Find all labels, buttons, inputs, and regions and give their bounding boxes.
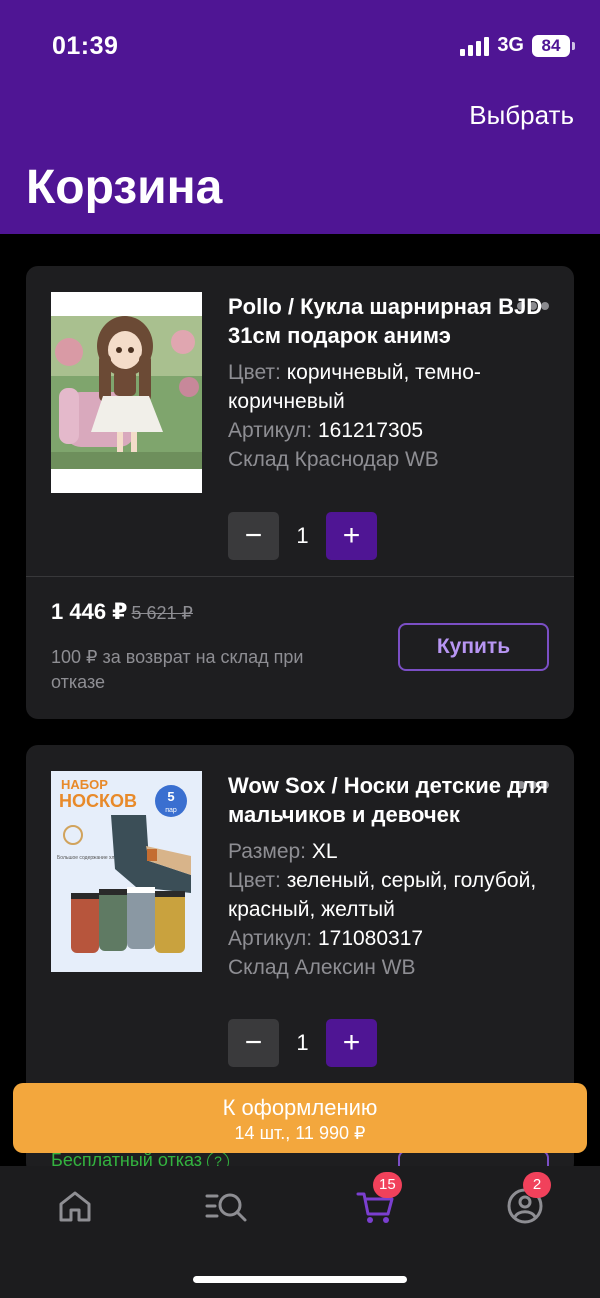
product-title[interactable]: Wow Sox / Носки детские для мальчиков и …: [228, 771, 548, 829]
cart-badge: 15: [373, 1172, 402, 1198]
home-icon: [59, 1191, 91, 1222]
product-image-doll[interactable]: [51, 292, 202, 493]
battery-icon: 84: [532, 34, 575, 57]
checkout-button[interactable]: К оформлению 14 шт., 11 990 ₽: [13, 1083, 587, 1153]
image-text-line2: НОСКОВ: [59, 791, 137, 811]
quantity-stepper: − 1 +: [228, 512, 377, 560]
pairs-number: 5: [167, 789, 174, 804]
tab-cart[interactable]: 15: [355, 1172, 402, 1226]
product-article: Артикул: 171080317: [228, 927, 424, 950]
increase-button[interactable]: +: [326, 1019, 377, 1067]
product-info: Wow Sox / Носки детские для мальчиков и …: [228, 771, 548, 982]
decrease-button[interactable]: −: [228, 512, 279, 560]
old-price: 5 621 ₽: [131, 603, 193, 623]
socks-image: НАБОР НОСКОВ 5 пар Большое содержание хл…: [51, 771, 202, 972]
network-type: 3G: [497, 34, 524, 56]
divider: [26, 576, 574, 577]
header: 01:39 3G 84 Выбрать Корзина: [0, 0, 600, 234]
product-info: Pollo / Кукла шарнирная BJD 31см подарок…: [228, 292, 548, 474]
profile-badge: 2: [523, 1172, 551, 1198]
product-color: Цвет: коричневый, темно-коричневый: [228, 361, 481, 413]
quantity-stepper: − 1 +: [228, 1019, 377, 1067]
select-button[interactable]: Выбрать: [469, 100, 574, 131]
product-color: Цвет: зеленый, серый, голубой, красный, …: [228, 869, 537, 921]
product-title[interactable]: Pollo / Кукла шарнирная BJD 31см подарок…: [228, 292, 548, 350]
cart-item: Pollo / Кукла шарнирная BJD 31см подарок…: [26, 266, 574, 719]
tab-catalog[interactable]: [205, 1186, 247, 1226]
product-warehouse: Склад Краснодар WB: [228, 448, 439, 471]
image-text-line1: НАБОР: [61, 777, 108, 792]
checkout-summary: 14 шт., 11 990 ₽: [234, 1123, 366, 1143]
home-indicator: [193, 1276, 407, 1283]
doll-image: [51, 292, 202, 493]
increase-button[interactable]: +: [326, 512, 377, 560]
page-title: Корзина: [26, 161, 223, 214]
buy-button[interactable]: Купить: [398, 623, 549, 671]
price: 1 446 ₽5 621 ₽: [51, 599, 193, 624]
tab-home[interactable]: [55, 1186, 95, 1226]
product-size: Размер: XL: [228, 840, 338, 863]
product-warehouse: Склад Алексин WB: [228, 956, 416, 979]
decrease-button[interactable]: −: [228, 1019, 279, 1067]
product-article: Артикул: 161217305: [228, 419, 424, 442]
checkout-label: К оформлению: [222, 1095, 378, 1120]
return-note: 100 ₽ за возврат на склад при отказе: [51, 647, 304, 692]
status-indicators: 3G 84: [460, 34, 575, 57]
catalog-search-icon: [205, 1193, 247, 1222]
quantity-value: 1: [296, 1030, 309, 1055]
quantity-value: 1: [296, 523, 309, 548]
status-time: 01:39: [52, 32, 119, 60]
product-image-socks[interactable]: НАБОР НОСКОВ 5 пар Большое содержание хл…: [51, 771, 202, 972]
signal-icon: [460, 36, 490, 56]
pairs-word: пар: [165, 807, 177, 814]
tab-profile[interactable]: 2: [505, 1172, 551, 1226]
